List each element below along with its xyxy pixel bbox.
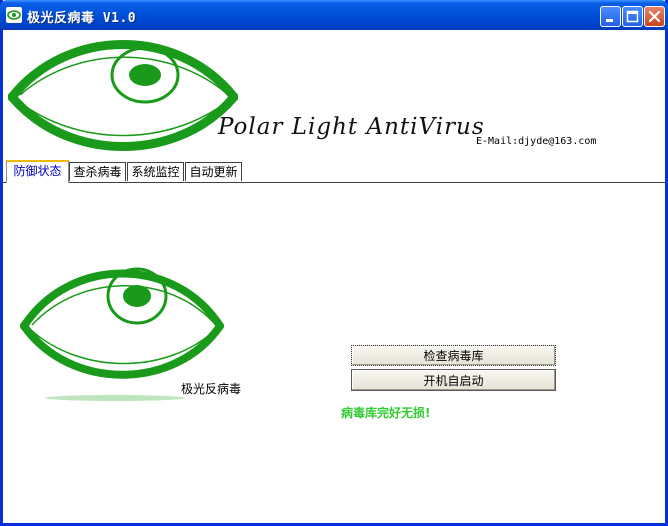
check-virus-db-button[interactable]: 检查病毒库 [351,345,556,366]
tab-panel-defense: 极光反病毒 检查病毒库 开机自启动 病毒库完好无损! [3,182,665,523]
brand-wordmark: Polar Light AntiVirus [218,114,485,140]
header-banner: Polar Light AntiVirus E-Mail:djyde@163.c… [3,30,665,158]
green-eye-icon [8,40,238,151]
app-icon [6,7,22,23]
minimize-button[interactable] [600,6,621,27]
contact-email: E-Mail:djyde@163.com [476,136,597,147]
logo-caption: 极光反病毒 [181,382,242,396]
close-icon [648,10,661,23]
autostart-button[interactable]: 开机自启动 [351,369,556,391]
window-title: 极光反病毒 V1.0 [27,11,137,26]
close-button[interactable] [644,6,665,27]
tab-auto-update[interactable]: 自动更新 [185,162,242,181]
minimize-icon [606,19,613,22]
tab-scan-virus[interactable]: 查杀病毒 [69,162,126,181]
virus-db-status: 病毒库完好无损! [341,406,431,420]
title-bar[interactable]: 极光反病毒 V1.0 [0,0,668,30]
maximize-button[interactable] [622,6,643,27]
tab-system-monitor[interactable]: 系统监控 [127,162,184,181]
maximize-icon [626,10,639,23]
green-eye-logo-icon [20,267,224,401]
tab-defense-status[interactable]: 防御状态 [6,160,69,183]
app-window: 极光反病毒 V1.0 Polar Light AntiVirus E-Mail:… [0,0,668,526]
